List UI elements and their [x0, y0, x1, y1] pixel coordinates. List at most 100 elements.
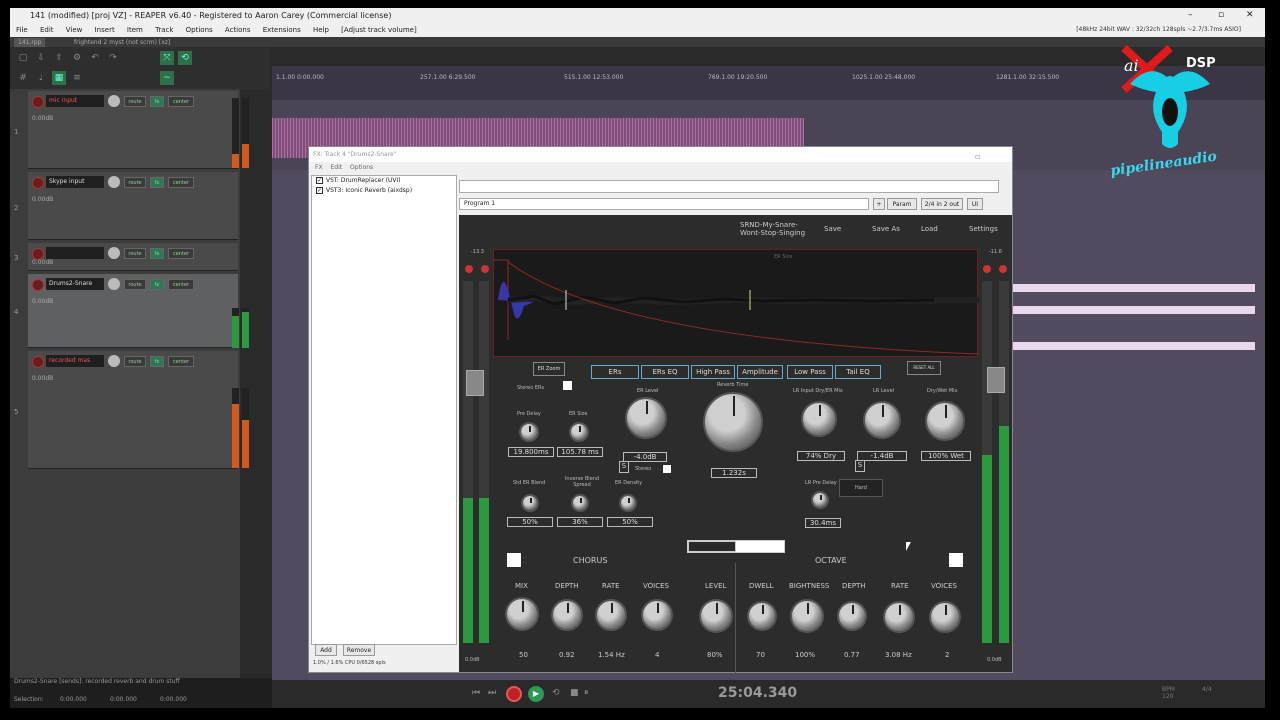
input-dry-knob[interactable] — [801, 401, 837, 437]
route-button[interactable]: route — [124, 356, 146, 367]
pre-delay-knob[interactable] — [519, 422, 539, 442]
s-button[interactable]: S — [619, 461, 629, 473]
menu-edit[interactable]: Edit — [40, 26, 54, 34]
tab-high-pass[interactable]: High Pass — [691, 365, 735, 379]
record-arm-icon[interactable] — [32, 279, 44, 291]
octave-depth-knob[interactable] — [837, 601, 867, 631]
menu-view[interactable]: View — [66, 26, 83, 34]
record-arm-icon[interactable] — [32, 177, 44, 189]
track-2[interactable]: Skype input route fx center 0.00dB — [28, 172, 238, 240]
redo-icon[interactable]: ↷ — [106, 51, 120, 65]
bpm-display[interactable]: BPM 120 — [1162, 686, 1175, 700]
close-button[interactable]: ✕ — [1246, 8, 1254, 23]
reverb-time-knob[interactable] — [703, 392, 763, 452]
loop-button[interactable]: ⟲ — [552, 688, 560, 698]
menu-track[interactable]: Track — [155, 26, 173, 34]
grid-icon[interactable]: # — [16, 71, 30, 85]
s-button[interactable]: S — [855, 460, 865, 472]
fx-menu-edit[interactable]: Edit — [330, 164, 342, 171]
enable-checkbox[interactable]: ✓ — [316, 177, 323, 184]
octave-level-knob[interactable] — [699, 599, 733, 633]
lr-predelay-knob[interactable] — [811, 491, 829, 509]
tab-low-pass[interactable]: Low Pass — [787, 365, 833, 379]
pan-control[interactable]: center — [168, 96, 194, 107]
octave-dwell-knob[interactable] — [747, 601, 777, 631]
er-density-knob[interactable] — [619, 494, 637, 512]
impulse-display[interactable]: ER Size — [493, 249, 980, 357]
preset-dropdown[interactable]: Program 1 — [459, 198, 869, 210]
fx-button[interactable]: fx — [150, 279, 164, 290]
load-button[interactable]: Load — [921, 225, 938, 233]
menu-insert[interactable]: Insert — [95, 26, 115, 34]
record-button[interactable] — [506, 686, 522, 702]
pan-control[interactable]: center — [168, 279, 194, 290]
enable-checkbox[interactable]: ✓ — [316, 187, 323, 194]
xy-slider[interactable] — [687, 540, 785, 553]
track-1[interactable]: mic input route fx center 0.00dB — [28, 91, 238, 169]
volume-knob[interactable] — [108, 247, 120, 259]
add-button[interactable]: Add — [315, 644, 337, 656]
chorus-mix-knob[interactable] — [505, 597, 539, 631]
route-button[interactable]: route — [124, 96, 146, 107]
minimize-button[interactable]: – — [1188, 8, 1193, 23]
pan-control[interactable]: center — [168, 356, 194, 367]
ripple-icon[interactable]: ≡ — [70, 71, 84, 85]
chorus-rate-knob[interactable] — [595, 599, 627, 631]
stereo-ers-checkbox[interactable] — [563, 381, 572, 390]
fx-button[interactable]: fx — [150, 356, 164, 367]
volume-knob[interactable] — [108, 278, 120, 290]
track-name[interactable]: recorded mas — [46, 355, 104, 367]
fx-button[interactable]: fx — [150, 96, 164, 107]
menu-actions[interactable]: Actions — [225, 26, 251, 34]
param-button[interactable]: Param — [887, 198, 917, 210]
menu-file[interactable]: File — [16, 26, 28, 34]
octave-voices-knob[interactable] — [929, 601, 961, 633]
octave-rate-knob[interactable] — [883, 601, 915, 633]
rewind-icon[interactable]: ⏮ — [472, 688, 480, 698]
tab-project-2[interactable]: frightend 2 myst (not scrm) [xz] — [70, 38, 174, 47]
pan-control[interactable]: center — [168, 248, 194, 259]
er-size-knob[interactable] — [569, 422, 589, 442]
remove-button[interactable]: Remove — [343, 644, 375, 656]
er-zoom-button[interactable]: ER Zoom — [533, 362, 565, 376]
menu-help[interactable]: Help — [313, 26, 329, 34]
route-button[interactable]: route — [124, 177, 146, 188]
route-button[interactable]: route — [124, 279, 146, 290]
midi-item[interactable] — [1010, 284, 1255, 292]
track-3[interactable]: route fx center 0.00dB — [28, 243, 238, 271]
save-button[interactable]: Save — [824, 225, 841, 233]
fx-menu-fx[interactable]: FX — [315, 164, 323, 171]
pause-button[interactable]: ⏸ — [584, 688, 589, 698]
fx-chain-item[interactable]: ✓ VST3: Iconic Reverb (aixdsp) — [312, 186, 456, 196]
menu-options[interactable]: Options — [186, 26, 213, 34]
envelope-icon[interactable]: ~ — [160, 71, 174, 85]
reset-all-button[interactable]: RESET ALL — [907, 361, 941, 375]
undo-icon[interactable]: ↶ — [88, 51, 102, 65]
save-as-button[interactable]: Save As — [872, 225, 900, 233]
menu-extensions[interactable]: Extensions — [263, 26, 301, 34]
fx-button[interactable]: fx — [150, 177, 164, 188]
io-button[interactable]: 2/4 in 2 out — [921, 198, 963, 210]
fx-window-close-icon[interactable]: ▫ — [975, 152, 980, 161]
tab-project[interactable]: 141.rpp — [14, 38, 46, 47]
play-button[interactable]: ▶ — [528, 686, 544, 702]
open-icon[interactable]: ⇩ — [34, 51, 48, 65]
dry-wet-knob[interactable] — [925, 401, 965, 441]
time-signature[interactable]: 4/4 — [1202, 686, 1212, 693]
pan-control[interactable]: center — [168, 177, 194, 188]
chorus-voices-knob[interactable] — [641, 599, 673, 631]
volume-knob[interactable] — [108, 95, 120, 107]
tab-ers[interactable]: ERs — [591, 365, 639, 379]
track-name[interactable]: mic input — [46, 95, 104, 107]
tab-ers-eq[interactable]: ERs EQ — [641, 365, 689, 379]
maximize-button[interactable]: ▫ — [1218, 8, 1224, 23]
volume-knob[interactable] — [108, 355, 120, 367]
inverse-blend-knob[interactable] — [571, 494, 589, 512]
tab-tail-eq[interactable]: Tail EQ — [835, 365, 881, 379]
std-blend-knob[interactable] — [521, 494, 539, 512]
fx-button[interactable]: fx — [150, 248, 164, 259]
new-project-icon[interactable]: ▢ — [16, 51, 30, 65]
ui-button[interactable]: UI — [967, 198, 983, 210]
output-gain-fader[interactable] — [987, 367, 1005, 393]
octave-enable[interactable] — [949, 553, 963, 567]
